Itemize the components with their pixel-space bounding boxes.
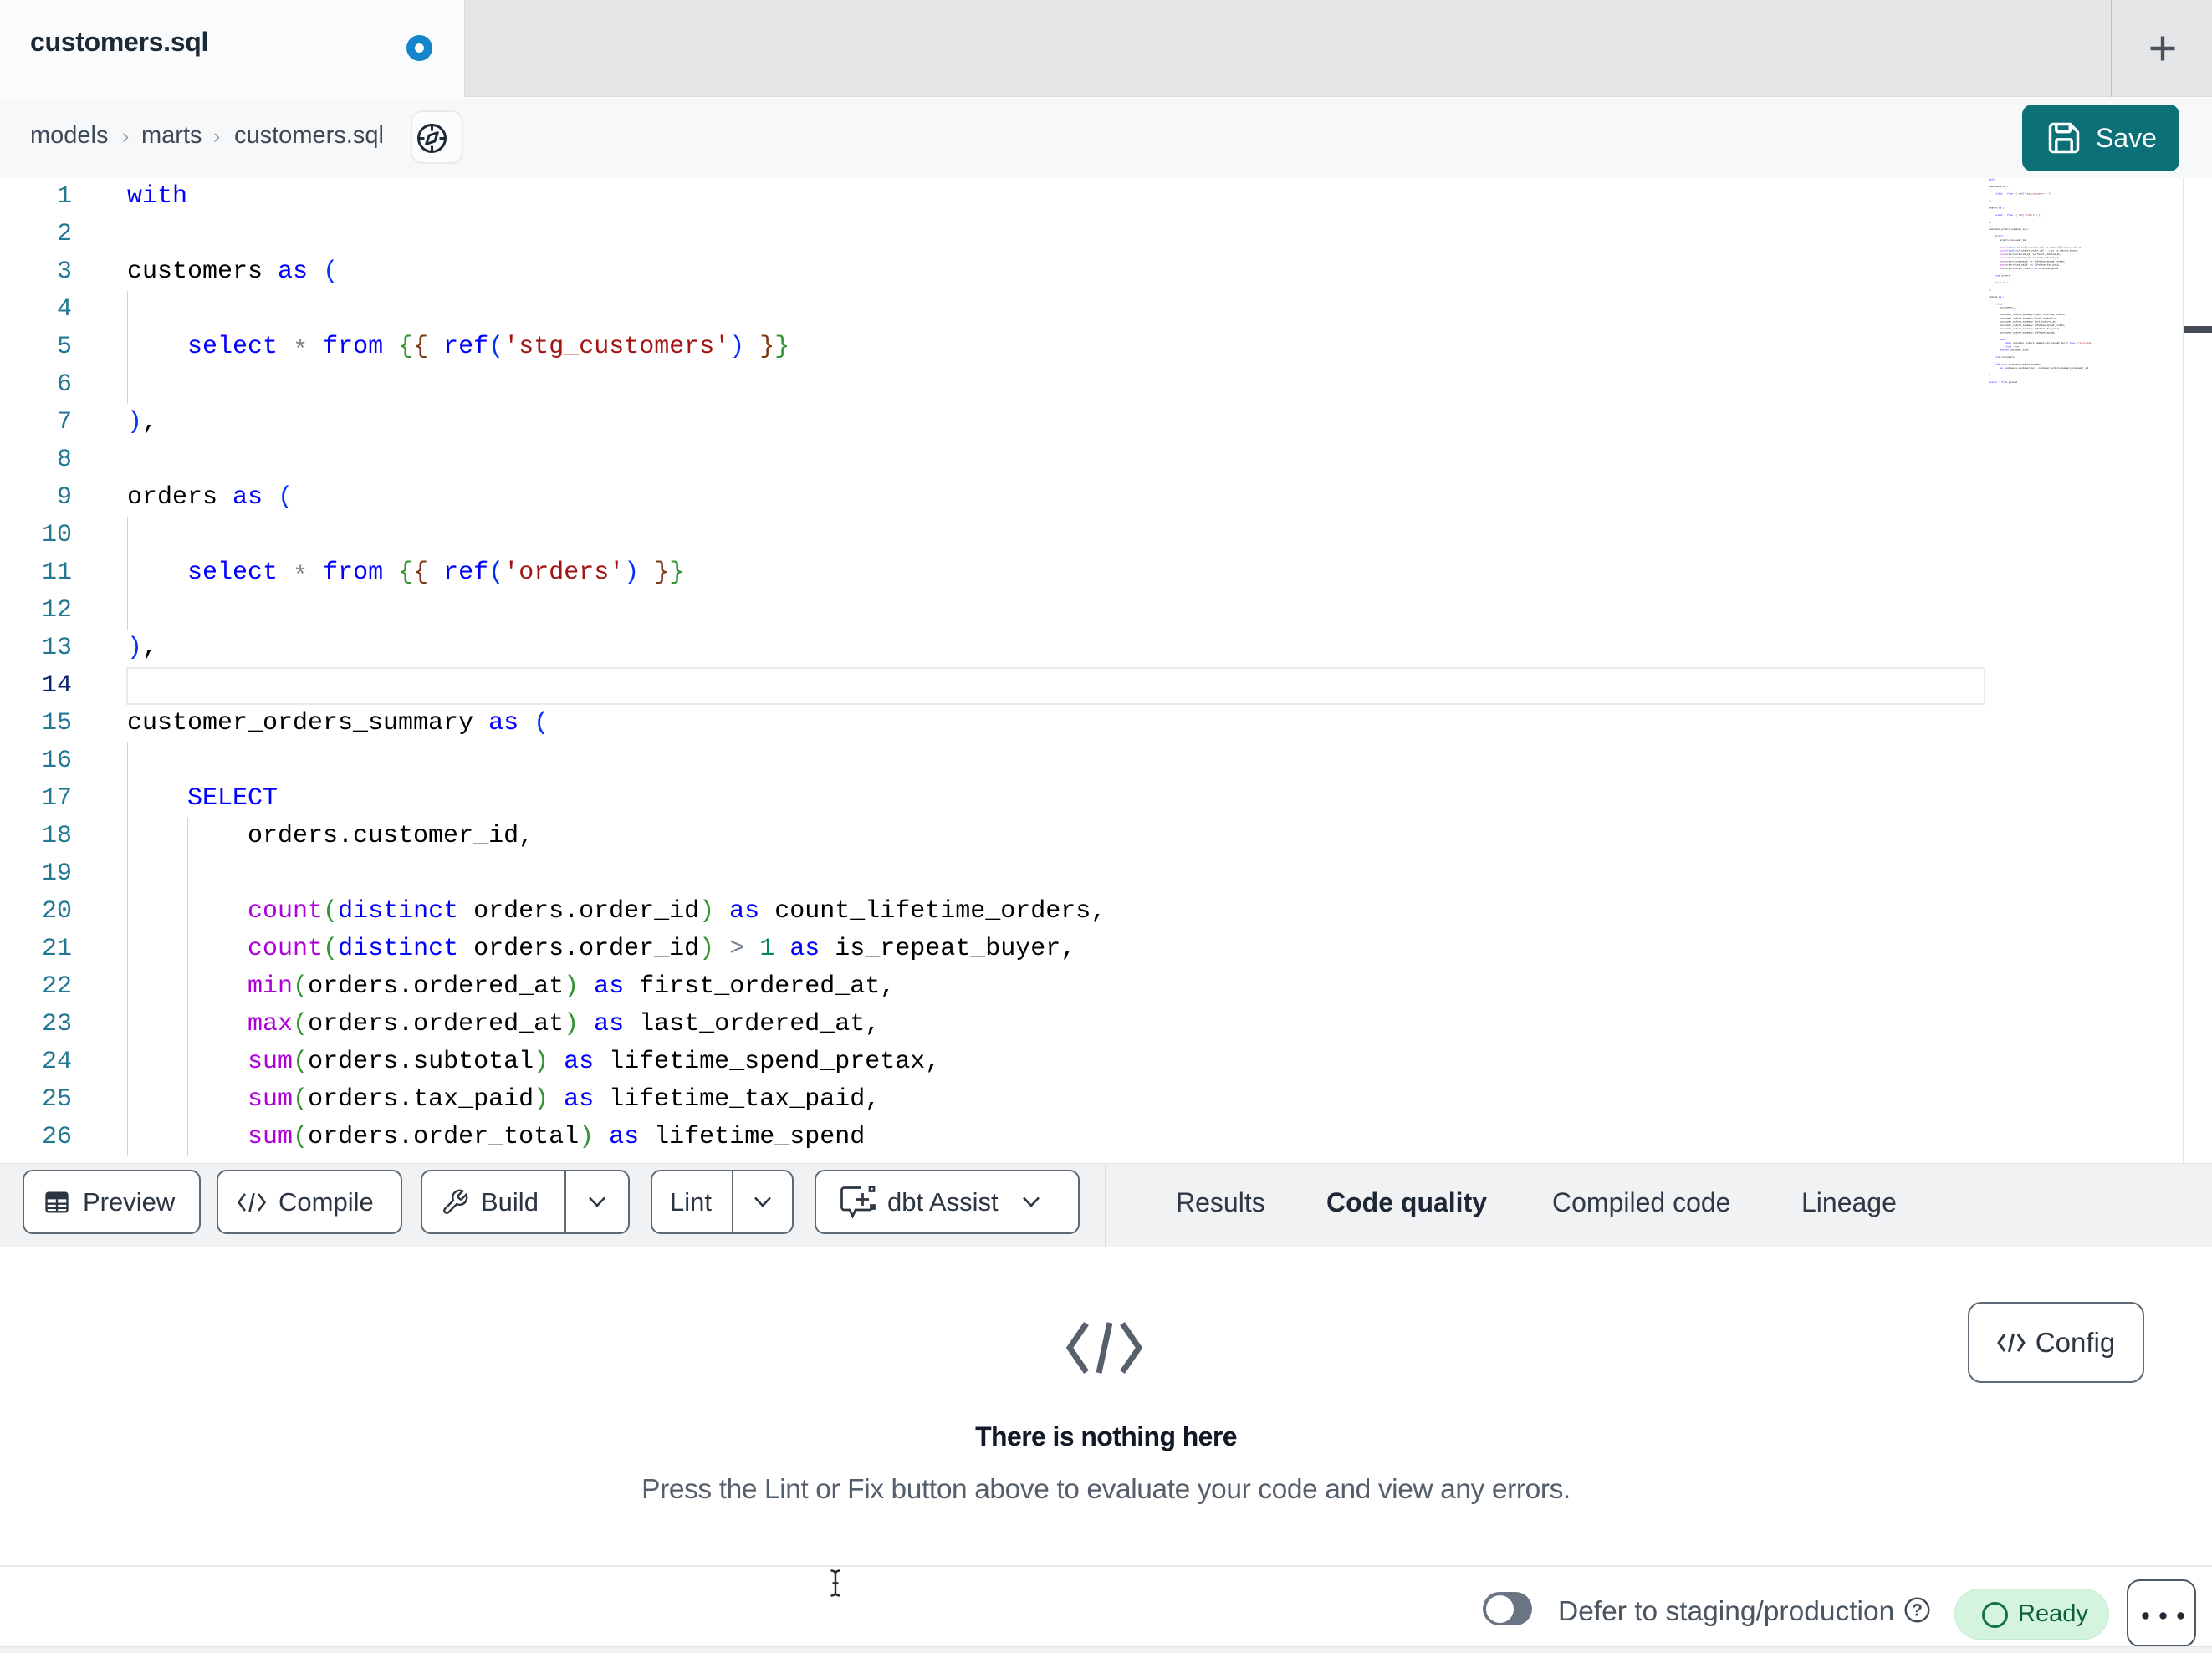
svg-text:?: ?: [1912, 1601, 1923, 1620]
